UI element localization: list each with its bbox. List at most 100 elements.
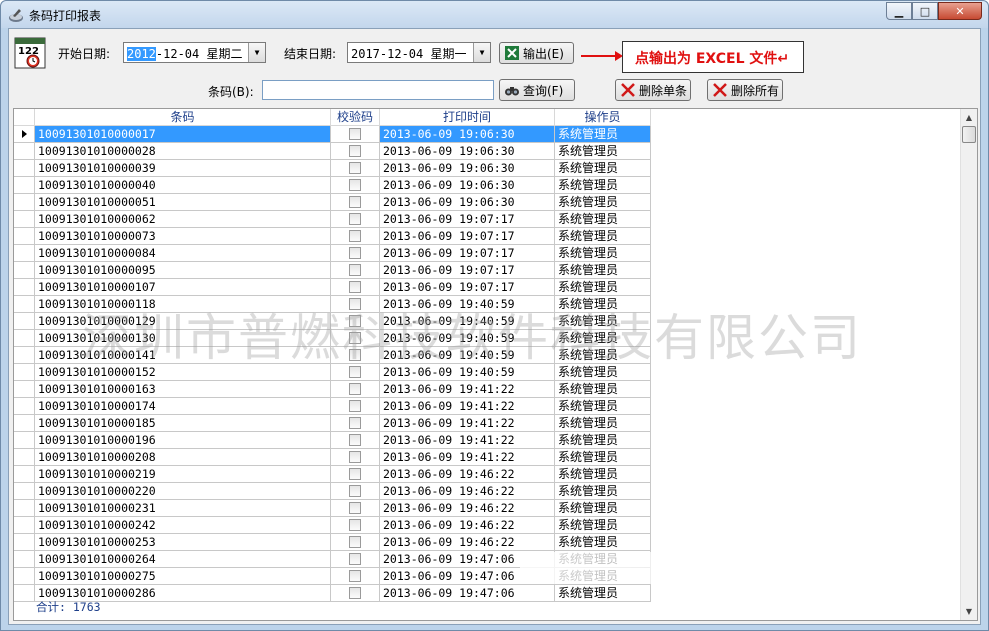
table-row[interactable]: 10091301010000275 2013-06-09 19:47:06 系统管理…: [14, 568, 651, 585]
check-code-cell[interactable]: [331, 432, 380, 449]
check-code-cell[interactable]: [331, 551, 380, 568]
barcode-cell[interactable]: 10091301010000163: [35, 381, 331, 398]
check-code-cell[interactable]: [331, 517, 380, 534]
barcode-cell[interactable]: 10091301010000264: [35, 551, 331, 568]
check-code-cell[interactable]: [331, 330, 380, 347]
check-code-cell[interactable]: [331, 381, 380, 398]
row-indicator[interactable]: [14, 228, 35, 245]
check-code-checkbox[interactable]: [349, 570, 361, 582]
barcode-cell[interactable]: 10091301010000185: [35, 415, 331, 432]
table-row[interactable]: 10091301010000185 2013-06-09 19:41:22 系统管理…: [14, 415, 651, 432]
check-code-cell[interactable]: [331, 347, 380, 364]
barcode-cell[interactable]: 10091301010000219: [35, 466, 331, 483]
operator-cell[interactable]: 系统管理员: [555, 126, 651, 143]
check-code-checkbox[interactable]: [349, 332, 361, 344]
table-row[interactable]: 10091301010000040 2013-06-09 19:06:30 系统管理…: [14, 177, 651, 194]
operator-cell[interactable]: 系统管理员: [555, 415, 651, 432]
row-indicator[interactable]: [14, 313, 35, 330]
row-indicator[interactable]: [14, 398, 35, 415]
check-code-cell[interactable]: [331, 279, 380, 296]
header-barcode[interactable]: 条码: [35, 109, 331, 126]
print-time-cell[interactable]: 2013-06-09 19:47:06: [380, 551, 555, 568]
barcode-cell[interactable]: 10091301010000208: [35, 449, 331, 466]
print-time-cell[interactable]: 2013-06-09 19:07:17: [380, 279, 555, 296]
operator-cell[interactable]: 系统管理员: [555, 160, 651, 177]
operator-cell[interactable]: 系统管理员: [555, 500, 651, 517]
row-indicator[interactable]: [14, 551, 35, 568]
row-indicator[interactable]: [14, 194, 35, 211]
header-check-code[interactable]: 校验码: [331, 109, 380, 126]
check-code-cell[interactable]: [331, 160, 380, 177]
print-time-cell[interactable]: 2013-06-09 19:46:22: [380, 534, 555, 551]
check-code-cell[interactable]: [331, 126, 380, 143]
print-time-cell[interactable]: 2013-06-09 19:41:22: [380, 415, 555, 432]
operator-cell[interactable]: 系统管理员: [555, 517, 651, 534]
check-code-checkbox[interactable]: [349, 502, 361, 514]
barcode-cell[interactable]: 10091301010000017: [35, 126, 331, 143]
barcode-cell[interactable]: 10091301010000062: [35, 211, 331, 228]
barcode-cell[interactable]: 10091301010000040: [35, 177, 331, 194]
minimize-button[interactable]: ▁: [886, 2, 912, 20]
row-indicator[interactable]: [14, 160, 35, 177]
barcode-cell[interactable]: 10091301010000130: [35, 330, 331, 347]
row-indicator[interactable]: [14, 432, 35, 449]
check-code-checkbox[interactable]: [349, 383, 361, 395]
check-code-checkbox[interactable]: [349, 587, 361, 599]
row-indicator[interactable]: [14, 245, 35, 262]
print-time-cell[interactable]: 2013-06-09 19:46:22: [380, 500, 555, 517]
table-row[interactable]: 10091301010000174 2013-06-09 19:41:22 系统管理…: [14, 398, 651, 415]
barcode-cell[interactable]: 10091301010000039: [35, 160, 331, 177]
operator-cell[interactable]: 系统管理员: [555, 585, 651, 602]
operator-cell[interactable]: 系统管理员: [555, 432, 651, 449]
records-grid[interactable]: 条码 校验码 打印时间 操作员 10091301010000017 2013-06…: [13, 108, 978, 621]
table-row[interactable]: 10091301010000231 2013-06-09 19:46:22 系统管理…: [14, 500, 651, 517]
row-indicator[interactable]: [14, 126, 35, 143]
barcode-cell[interactable]: 10091301010000107: [35, 279, 331, 296]
operator-cell[interactable]: 系统管理员: [555, 194, 651, 211]
maximize-button[interactable]: □: [912, 2, 938, 20]
table-row[interactable]: 10091301010000196 2013-06-09 19:41:22 系统管理…: [14, 432, 651, 449]
barcode-cell[interactable]: 10091301010000152: [35, 364, 331, 381]
check-code-cell[interactable]: [331, 143, 380, 160]
print-time-cell[interactable]: 2013-06-09 19:47:06: [380, 568, 555, 585]
table-row[interactable]: 10091301010000062 2013-06-09 19:07:17 系统管理…: [14, 211, 651, 228]
row-indicator[interactable]: [14, 585, 35, 602]
check-code-checkbox[interactable]: [349, 298, 361, 310]
print-time-cell[interactable]: 2013-06-09 19:40:59: [380, 296, 555, 313]
print-time-cell[interactable]: 2013-06-09 19:06:30: [380, 160, 555, 177]
check-code-checkbox[interactable]: [349, 451, 361, 463]
operator-cell[interactable]: 系统管理员: [555, 143, 651, 160]
print-time-cell[interactable]: 2013-06-09 19:41:22: [380, 432, 555, 449]
check-code-cell[interactable]: [331, 568, 380, 585]
barcode-cell[interactable]: 10091301010000118: [35, 296, 331, 313]
check-code-cell[interactable]: [331, 194, 380, 211]
check-code-cell[interactable]: [331, 262, 380, 279]
table-row[interactable]: 10091301010000051 2013-06-09 19:06:30 系统管理…: [14, 194, 651, 211]
table-row[interactable]: 10091301010000220 2013-06-09 19:46:22 系统管理…: [14, 483, 651, 500]
operator-cell[interactable]: 系统管理员: [555, 296, 651, 313]
operator-cell[interactable]: 系统管理员: [555, 364, 651, 381]
check-code-checkbox[interactable]: [349, 264, 361, 276]
check-code-checkbox[interactable]: [349, 196, 361, 208]
barcode-cell[interactable]: 10091301010000220: [35, 483, 331, 500]
row-indicator[interactable]: [14, 143, 35, 160]
check-code-checkbox[interactable]: [349, 315, 361, 327]
check-code-checkbox[interactable]: [349, 417, 361, 429]
table-row[interactable]: 10091301010000095 2013-06-09 19:07:17 系统管理…: [14, 262, 651, 279]
barcode-cell[interactable]: 10091301010000095: [35, 262, 331, 279]
header-operator[interactable]: 操作员: [555, 109, 651, 126]
barcode-cell[interactable]: 10091301010000253: [35, 534, 331, 551]
table-row[interactable]: 10091301010000163 2013-06-09 19:41:22 系统管理…: [14, 381, 651, 398]
check-code-cell[interactable]: [331, 296, 380, 313]
row-indicator[interactable]: [14, 534, 35, 551]
print-time-cell[interactable]: 2013-06-09 19:40:59: [380, 330, 555, 347]
row-indicator[interactable]: [14, 517, 35, 534]
barcode-cell[interactable]: 10091301010000129: [35, 313, 331, 330]
operator-cell[interactable]: 系统管理员: [555, 568, 651, 585]
table-row[interactable]: 10091301010000286 2013-06-09 19:47:06 系统管理…: [14, 585, 651, 602]
print-time-cell[interactable]: 2013-06-09 19:07:17: [380, 245, 555, 262]
row-indicator[interactable]: [14, 449, 35, 466]
row-indicator[interactable]: [14, 177, 35, 194]
print-time-cell[interactable]: 2013-06-09 19:40:59: [380, 347, 555, 364]
title-bar[interactable]: 条码打印报表 ▁ □ ✕: [1, 1, 988, 28]
